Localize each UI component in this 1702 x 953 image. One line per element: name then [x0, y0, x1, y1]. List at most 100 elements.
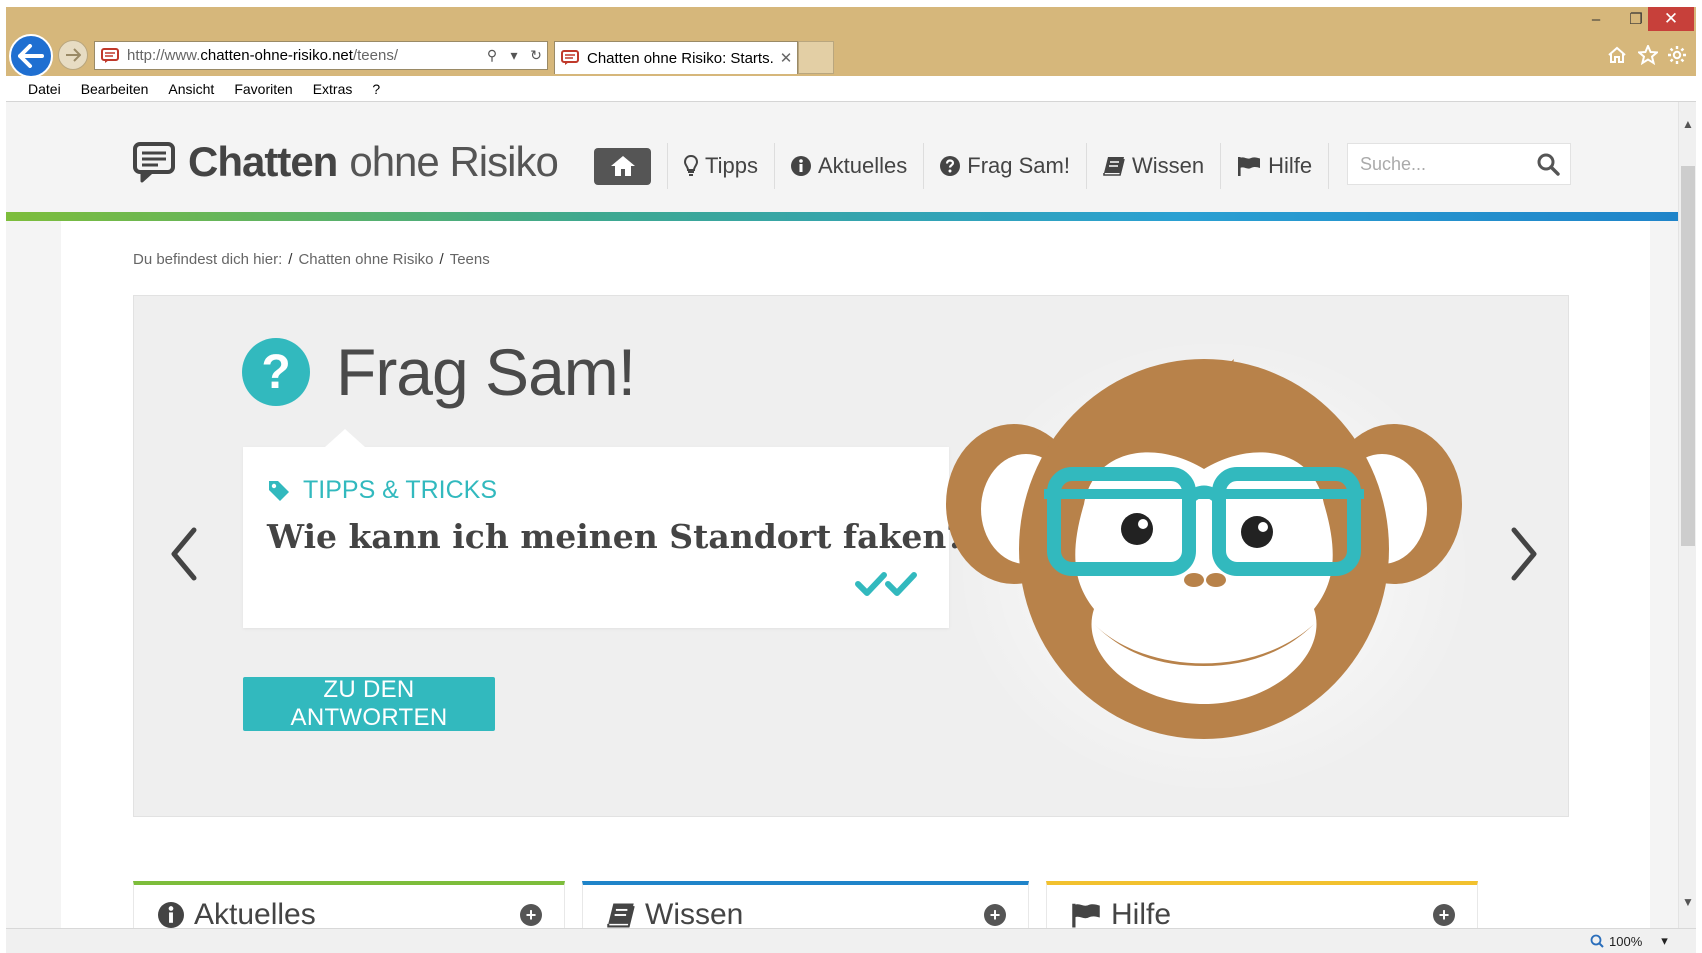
main-nav: Tipps Aktuelles Frag Sam! Wissen Hilfe — [594, 140, 1330, 192]
double-check-icon — [855, 572, 917, 596]
site-favicon-icon — [101, 47, 119, 63]
nav-label-frag-sam: Frag Sam! — [967, 153, 1070, 178]
menu-bearbeiten[interactable]: Bearbeiten — [81, 81, 149, 97]
panel-wissen[interactable]: Wissen + — [582, 881, 1029, 928]
scroll-thumb[interactable] — [1681, 166, 1695, 546]
gear-icon[interactable] — [1664, 42, 1690, 68]
forward-button[interactable] — [58, 40, 88, 70]
tab-title: Chatten ohne Risiko: Starts... — [587, 49, 775, 67]
zoom-control[interactable]: 100% ▾ — [1590, 933, 1668, 949]
browser-window: – ❐ ✕ http://www.chatten-ohne-risiko.net… — [0, 0, 1702, 953]
nav-label-hilfe: Hilfe — [1268, 153, 1313, 178]
close-window-button[interactable]: ✕ — [1648, 7, 1694, 31]
zoom-dropdown-icon[interactable]: ▾ — [1661, 933, 1668, 949]
slider-next-icon[interactable] — [1504, 524, 1544, 584]
nav-label-tipps: Tipps — [705, 153, 758, 178]
menu-ansicht[interactable]: Ansicht — [168, 81, 214, 97]
nav-item-wissen[interactable]: Wissen — [1085, 143, 1220, 189]
breadcrumb-item-home[interactable]: Chatten ohne Risiko — [298, 251, 433, 268]
breadcrumb-separator: / — [288, 251, 293, 268]
status-bar: 100% ▾ — [6, 928, 1696, 953]
arrow-left-icon — [18, 44, 44, 68]
question-category: TIPPS & TRICKS — [267, 476, 497, 505]
nav-item-tipps[interactable]: Tipps — [667, 143, 774, 189]
question-text: Wie kann ich meinen Standort faken? — [267, 517, 966, 556]
panel-title-wissen: Wissen — [645, 897, 744, 929]
nav-item-hilfe[interactable]: Hilfe — [1220, 143, 1330, 189]
tab-favicon-icon — [561, 50, 579, 65]
site-logo[interactable]: Chatten ohne Risiko — [132, 138, 559, 186]
logo-text-bold: Chatten — [188, 138, 338, 185]
zoom-level: 100% — [1609, 933, 1643, 949]
menu-help[interactable]: ? — [372, 81, 380, 97]
refresh-icon[interactable]: ↻ — [525, 45, 547, 67]
search-icon[interactable] — [1536, 152, 1560, 176]
menu-favoriten[interactable]: Favoriten — [234, 81, 292, 97]
category-label: TIPPS & TRICKS — [303, 476, 498, 504]
breadcrumb: Du befindest dich hier: / Chatten ohne R… — [133, 251, 490, 268]
minimize-button[interactable]: – — [1576, 7, 1616, 31]
page-viewport: Chatten ohne Risiko Tipps Aktuelles Frag… — [6, 102, 1678, 928]
menu-extras[interactable]: Extras — [313, 81, 353, 97]
panel-aktuelles[interactable]: Aktuelles + — [133, 881, 565, 928]
scroll-up-icon[interactable]: ▲ — [1679, 114, 1697, 134]
expand-plus-icon[interactable]: + — [984, 903, 1006, 926]
nav-item-aktuelles[interactable]: Aktuelles — [773, 143, 923, 189]
url-text: http://www.chatten-ohne-risiko.net/teens… — [127, 47, 398, 64]
vertical-scrollbar[interactable]: ▲ ▼ — [1678, 102, 1696, 928]
search-input[interactable] — [1360, 153, 1530, 175]
new-tab-button[interactable] — [798, 41, 834, 74]
chat-bubble-icon — [133, 142, 175, 183]
scroll-down-icon[interactable]: ▼ — [1679, 892, 1697, 912]
question-icon: ? — [242, 338, 310, 406]
monkey-mascot-illustration — [946, 359, 1462, 739]
expand-plus-icon[interactable]: + — [520, 903, 542, 926]
panel-title-hilfe: Hilfe — [1111, 897, 1172, 929]
card-notch — [325, 429, 365, 447]
answers-button[interactable]: ZU DEN ANTWORTEN — [243, 676, 495, 731]
breadcrumb-separator: / — [439, 251, 444, 268]
logo-text-thin: ohne Risiko — [349, 138, 558, 185]
slider-prev-icon[interactable] — [164, 524, 204, 584]
nav-item-frag-sam[interactable]: Frag Sam! — [923, 143, 1086, 189]
site-search — [1347, 143, 1571, 185]
browser-tab[interactable]: Chatten ohne Risiko: Starts... ✕ — [554, 41, 798, 74]
arrow-right-icon — [66, 48, 81, 62]
info-icon — [790, 156, 811, 176]
hero-heading: ? Frag Sam! — [242, 334, 636, 410]
main-content: Du befindest dich hier: / Chatten ohne R… — [61, 221, 1650, 928]
home-icon[interactable] — [1604, 42, 1630, 68]
tag-icon — [267, 479, 291, 503]
search-icon[interactable]: ⚲ — [481, 45, 503, 67]
site-header: Chatten ohne Risiko Tipps Aktuelles Frag… — [6, 102, 1678, 212]
hero-slider: ? Frag Sam! TIPPS & TRICKS Wie kann ich … — [133, 295, 1569, 817]
info-icon — [158, 901, 184, 928]
flag-icon — [1237, 156, 1261, 176]
favorites-star-icon[interactable] — [1635, 42, 1661, 68]
breadcrumb-label: Du befindest dich hier: — [133, 251, 283, 268]
breadcrumb-item-teens[interactable]: Teens — [450, 251, 490, 268]
dropdown-icon[interactable]: ▾ — [503, 45, 525, 67]
nav-home-button[interactable] — [594, 147, 651, 185]
expand-plus-icon[interactable]: + — [1433, 903, 1455, 926]
teaser-panels: Aktuelles + Wissen + Hilfe + — [133, 881, 1569, 928]
menu-datei[interactable]: Datei — [28, 81, 61, 97]
question-circle-icon — [940, 156, 961, 176]
book-icon — [1103, 156, 1125, 176]
book-icon — [607, 903, 635, 927]
tab-close-icon[interactable]: ✕ — [775, 49, 797, 67]
panel-hilfe[interactable]: Hilfe + — [1046, 881, 1478, 928]
panel-title-aktuelles: Aktuelles — [194, 897, 316, 929]
home-icon — [610, 156, 635, 176]
flag-icon — [1072, 903, 1100, 927]
header-color-bar — [6, 212, 1678, 221]
menu-bar: Datei Bearbeiten Ansicht Favoriten Extra… — [6, 76, 1696, 102]
zoom-icon — [1590, 934, 1604, 948]
nav-label-wissen: Wissen — [1131, 153, 1205, 178]
lightbulb-icon — [684, 155, 698, 177]
question-card[interactable]: TIPPS & TRICKS Wie kann ich meinen Stand… — [243, 429, 966, 628]
nav-label-aktuelles: Aktuelles — [817, 153, 908, 178]
back-button[interactable] — [9, 34, 53, 78]
address-bar[interactable]: http://www.chatten-ohne-risiko.net/teens… — [94, 41, 548, 70]
hero-title: Frag Sam! — [336, 335, 636, 409]
